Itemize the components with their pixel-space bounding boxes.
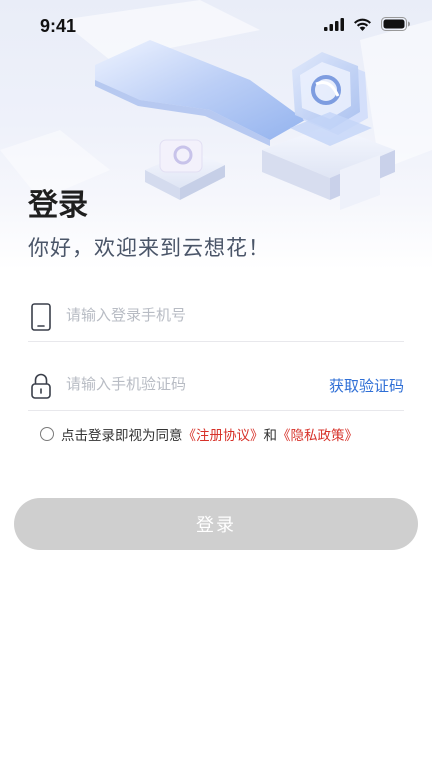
get-code-button[interactable]: 获取验证码 [329, 375, 404, 396]
agreement-checkbox[interactable] [40, 427, 54, 441]
phone-field [28, 293, 404, 342]
page-title: 登录 [28, 188, 88, 223]
status-time: 9:41 [40, 16, 77, 36]
verification-code-field: 获取验证码 [28, 362, 404, 411]
cellular-signal-icon [324, 17, 344, 31]
login-button[interactable]: 登录 [14, 498, 418, 550]
lock-icon [30, 372, 52, 404]
verification-code-input[interactable] [66, 370, 316, 398]
phone-input[interactable] [66, 301, 316, 329]
phone-icon [30, 303, 52, 335]
privacy-link[interactable]: 《隐私政策》 [277, 424, 358, 444]
welcome-subtitle: 你好，欢迎来到云想花！ [28, 236, 270, 260]
battery-icon [381, 17, 410, 31]
agreement-and: 和 [263, 428, 278, 444]
agreement-text: 点击登录即视为同意 [61, 428, 183, 444]
terms-link[interactable]: 《注册协议》 [183, 424, 264, 444]
wifi-icon [354, 18, 371, 31]
status-bar: 9:41 [0, 0, 432, 54]
agreement-row: 点击登录即视为同意 《注册协议》 和 《隐私政策》 [40, 424, 358, 444]
